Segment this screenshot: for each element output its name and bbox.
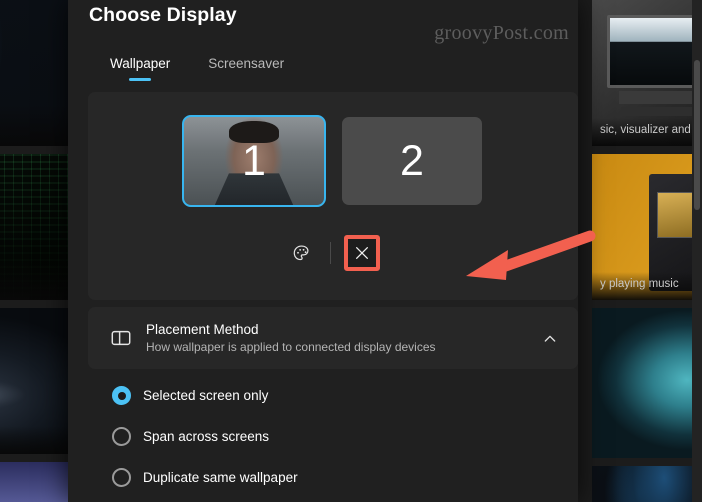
wallpaper-caption-sub: & cursor. (0, 124, 60, 136)
wallpaper-caption: ne github pa (0, 426, 68, 454)
wallpaper-thumbnail (0, 462, 68, 502)
option-selected-screen-only[interactable]: Selected screen only (88, 375, 578, 416)
monitor-1[interactable]: 1 (182, 115, 326, 207)
chevron-up-icon[interactable] (542, 331, 558, 347)
radio-span-across-screens[interactable] (112, 427, 131, 446)
option-span-across-screens[interactable]: Span across screens (88, 416, 578, 457)
watermark: groovyPost.com (434, 22, 569, 44)
close-display-button[interactable] (348, 238, 376, 268)
wallpaper-caption: Customizab animation ( (0, 259, 68, 300)
background-scrollbar-track[interactable] (692, 0, 702, 502)
placement-method-subtitle: How wallpaper is applied to connected di… (146, 340, 436, 354)
background-wallpaper-card[interactable]: n using Web & cursor. (0, 0, 68, 146)
palette-button[interactable] (287, 238, 317, 268)
monitor-2[interactable]: 2 (342, 117, 482, 205)
app-root: n using Web & cursor. Customizab animati… (0, 0, 702, 502)
choose-display-dialog: Choose Display groovyPost.com Wallpaper … (68, 0, 596, 502)
placement-method-title: Placement Method (146, 322, 259, 337)
palette-icon (293, 244, 309, 260)
option-label: Selected screen only (143, 388, 269, 403)
tab-screensaver-label: Screensaver (208, 56, 285, 71)
background-scrollbar-thumb[interactable] (694, 60, 700, 210)
background-wallpaper-card[interactable] (0, 462, 68, 502)
radio-duplicate-same-wallpaper[interactable] (112, 468, 131, 487)
wallpaper-caption-sub: animation ( (0, 278, 60, 290)
wallpaper-thumbnail (592, 308, 702, 458)
background-wallpaper-card[interactable] (592, 308, 702, 458)
placement-method-options: Selected screen only Span across screens… (88, 375, 578, 498)
tab-wallpaper-label: Wallpaper (110, 56, 171, 71)
split-panel-icon (111, 330, 131, 346)
wallpaper-caption-title: sic, visualizer and (600, 124, 691, 136)
tab-screensaver[interactable]: Screensaver (202, 54, 290, 81)
background-wallpaper-card[interactable]: sic, visualizer and (592, 0, 702, 146)
radio-selected-screen-only[interactable] (112, 386, 131, 405)
wallpaper-caption-title: y playing music (600, 278, 679, 290)
placement-method-row[interactable]: Placement Method How wallpaper is applie… (88, 307, 578, 369)
monitor-2-label: 2 (400, 136, 424, 185)
background-wallpaper-card[interactable]: Customizab animation ( (0, 154, 68, 300)
option-duplicate-same-wallpaper[interactable]: Duplicate same wallpaper (88, 457, 578, 498)
annotation-arrow-icon (466, 230, 596, 280)
dialog-tabs: Wallpaper Screensaver (104, 54, 290, 81)
background-wallpaper-card[interactable]: ne github pa (0, 308, 68, 454)
x-icon (355, 247, 368, 259)
page-title: Choose Display (89, 4, 237, 26)
wallpaper-thumbnail (592, 466, 702, 502)
wallpaper-caption: sic, visualizer and (592, 118, 702, 146)
background-column-right: sic, visualizer and y playing music (592, 0, 702, 502)
monitor-1-label: 1 (242, 136, 266, 185)
option-label: Span across screens (143, 429, 270, 444)
close-display-highlight (343, 235, 380, 271)
wallpaper-caption: y playing music (592, 272, 702, 300)
background-wallpaper-card[interactable]: y playing music (592, 154, 702, 300)
option-label: Duplicate same wallpaper (143, 470, 298, 485)
wallpaper-caption: n using Web & cursor. (0, 105, 68, 146)
monitor-list: 1 2 (88, 115, 578, 207)
background-wallpaper-card[interactable] (592, 466, 702, 502)
toolbar-divider (329, 242, 331, 264)
background-column-left: n using Web & cursor. Customizab animati… (0, 0, 68, 502)
tab-wallpaper[interactable]: Wallpaper (104, 54, 176, 81)
